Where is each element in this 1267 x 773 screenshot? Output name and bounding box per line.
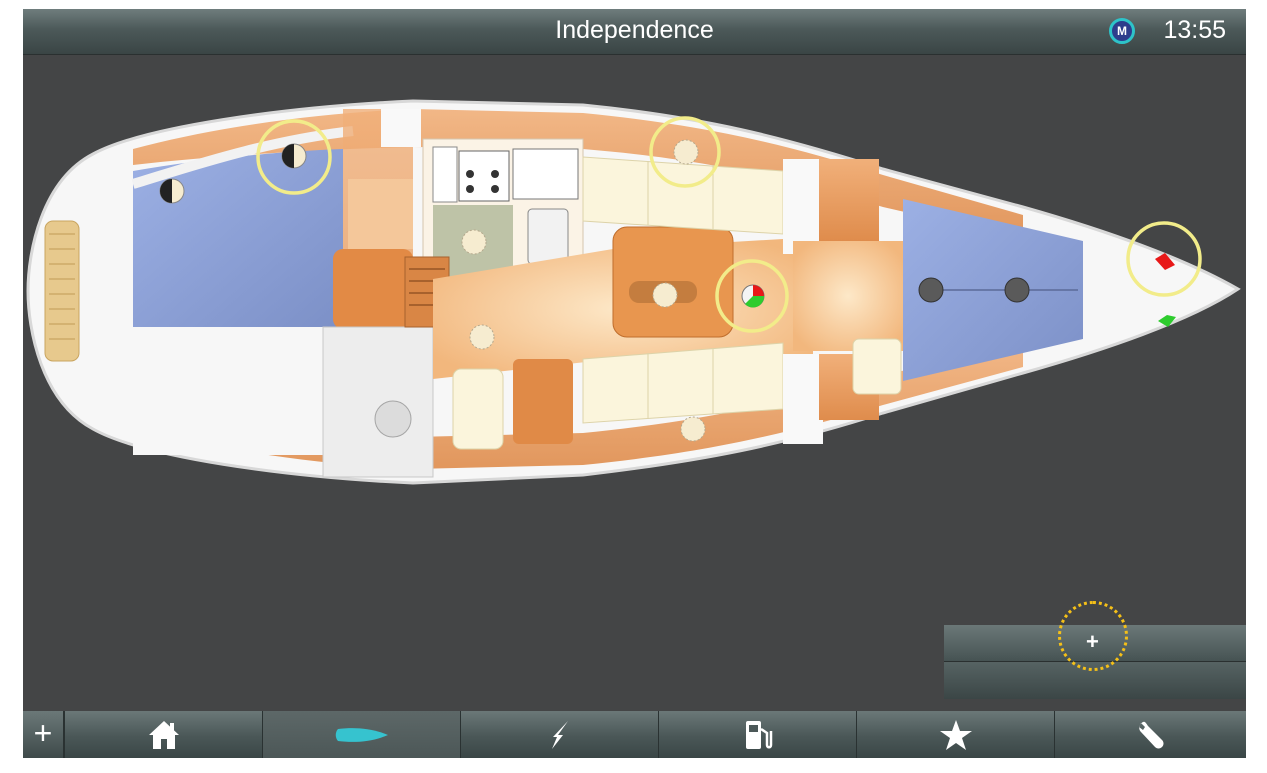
light-bulb-icon[interactable] [680,416,706,442]
star-icon [939,719,972,750]
light-bulb-icon[interactable] [918,277,944,303]
fuel-pump-icon [745,720,772,749]
nav-power-button[interactable] [461,711,659,758]
nav-home-button[interactable] [65,711,263,758]
light-bulb-icon[interactable] [461,229,487,255]
nav-favorites-button[interactable] [857,711,1055,758]
tricolor-light-icon[interactable] [741,284,765,308]
nav-fuel-button[interactable] [659,711,857,758]
boat-icon [335,727,388,742]
light-bulb-icon[interactable] [673,139,699,165]
screen: Independence M 13:55 + + [23,9,1246,758]
transom-steps [44,220,80,362]
light-bulb-icon[interactable] [1004,277,1030,303]
nav-add-button[interactable]: + [23,711,65,758]
bottom-nav: + [23,711,1246,758]
light-bulb-icon[interactable] [159,178,185,204]
wrench-icon [1138,721,1163,748]
light-bulb-icon[interactable] [469,324,495,350]
light-bulb-icon[interactable] [281,143,307,169]
highlight-ring [1058,601,1128,671]
nav-boat-button[interactable] [263,711,461,758]
starboard-settee [582,156,784,235]
light-bulb-icon[interactable] [652,282,678,308]
home-icon [148,720,179,749]
power-icon [551,720,568,749]
action-panel: + [944,601,1246,699]
nav-settings-button[interactable] [1055,711,1246,758]
